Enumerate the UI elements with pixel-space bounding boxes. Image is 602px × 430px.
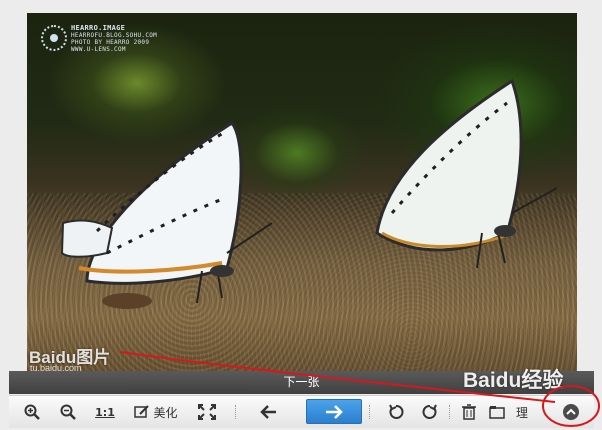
annotation-arrow-line — [119, 351, 556, 403]
annotation-overlay — [119, 351, 600, 427]
annotation-circle — [542, 385, 600, 427]
